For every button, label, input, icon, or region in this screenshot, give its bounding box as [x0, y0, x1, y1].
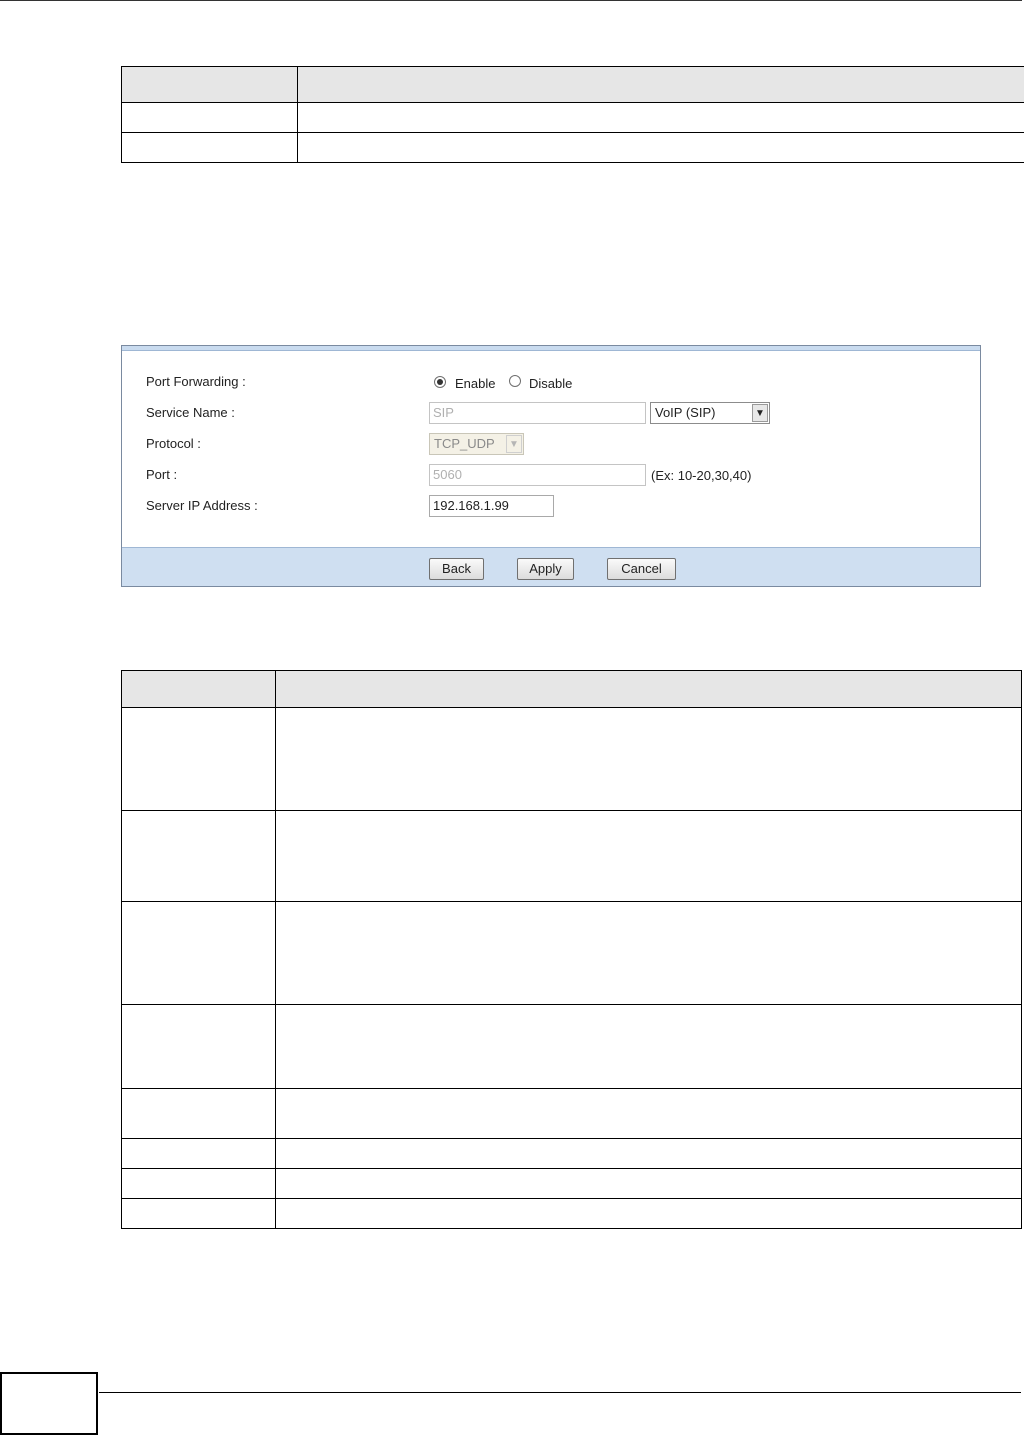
table-cell	[297, 102, 1024, 133]
table-row	[121, 810, 1022, 902]
service-name-input[interactable]: SIP	[429, 402, 646, 424]
table-cell	[121, 1198, 276, 1229]
service-select[interactable]: VoIP (SIP) ▼	[650, 402, 770, 424]
port-input[interactable]: 5060	[429, 464, 646, 486]
chevron-down-icon: ▼	[506, 435, 522, 453]
footer-rule	[99, 1392, 1021, 1393]
table-row	[121, 1168, 1022, 1199]
service-name-label: Service Name :	[146, 405, 235, 420]
table-row	[121, 1088, 1022, 1139]
table-cell	[275, 810, 1022, 902]
table-cell	[275, 1004, 1022, 1089]
service-select-value: VoIP (SIP)	[655, 405, 716, 420]
table-cell	[121, 901, 276, 1005]
protocol-select[interactable]: TCP_UDP ▼	[429, 433, 524, 455]
table-header-cell	[121, 66, 298, 103]
port-hint: (Ex: 10-20,30,40)	[651, 468, 752, 483]
table-cell	[121, 1138, 276, 1169]
page-number-box	[0, 1372, 98, 1435]
table-cell	[275, 1168, 1022, 1199]
table-cell	[297, 132, 1024, 163]
table-row	[121, 102, 1024, 133]
top-rule	[0, 0, 1022, 1]
back-button[interactable]: Back	[429, 558, 484, 580]
disable-radio-label: Disable	[529, 376, 573, 391]
table-bottom	[121, 670, 1022, 1229]
table-cell	[121, 1088, 276, 1139]
table-cell	[121, 1168, 276, 1199]
table-cell	[121, 1004, 276, 1089]
button-bar: Back Apply Cancel	[122, 547, 980, 586]
chevron-down-icon: ▼	[752, 404, 768, 422]
table-row	[121, 1198, 1022, 1229]
table-header-row	[121, 66, 1024, 103]
table-row	[121, 132, 1024, 163]
table-header-row	[121, 670, 1022, 708]
table-cell	[121, 707, 276, 811]
table-cell	[121, 102, 298, 133]
port-forwarding-edit-panel: Port Forwarding : Enable Disable Service…	[121, 345, 981, 587]
table-row	[121, 707, 1022, 811]
table-header-cell	[275, 670, 1022, 708]
table-top	[121, 66, 1024, 163]
panel-top-border	[122, 346, 980, 351]
table-cell	[121, 132, 298, 163]
table-cell	[121, 810, 276, 902]
table-header-cell	[297, 66, 1024, 103]
table-row	[121, 1138, 1022, 1169]
cancel-button[interactable]: Cancel	[607, 558, 676, 580]
server-ip-input[interactable]: 192.168.1.99	[429, 495, 554, 517]
disable-radio[interactable]	[509, 375, 521, 387]
port-forwarding-label: Port Forwarding :	[146, 374, 246, 389]
table-cell	[275, 1088, 1022, 1139]
port-label: Port :	[146, 467, 178, 482]
table-header-cell	[121, 670, 276, 708]
table-cell	[275, 707, 1022, 811]
enable-radio-label: Enable	[455, 376, 496, 391]
table-cell	[275, 901, 1022, 1005]
table-row	[121, 901, 1022, 1005]
enable-radio[interactable]	[434, 376, 446, 388]
protocol-label: Protocol :	[146, 436, 201, 451]
protocol-select-value: TCP_UDP	[434, 436, 495, 451]
table-cell	[275, 1138, 1022, 1169]
apply-button[interactable]: Apply	[517, 558, 574, 580]
table-cell	[275, 1198, 1022, 1229]
table-row	[121, 1004, 1022, 1089]
server-ip-label: Server IP Address :	[146, 498, 258, 513]
